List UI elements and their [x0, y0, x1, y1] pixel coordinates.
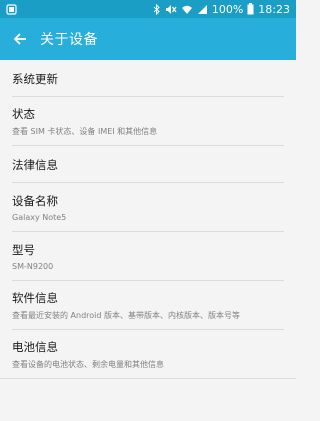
- item-title: 法律信息: [12, 157, 58, 172]
- item-subtitle: SM-N9200: [12, 262, 54, 271]
- mute-icon: [165, 4, 177, 15]
- signal-icon: [197, 4, 208, 15]
- wifi-icon: [181, 4, 193, 15]
- list-item-legal-info[interactable]: 法律信息: [0, 146, 296, 183]
- arrow-left-icon: [13, 33, 26, 45]
- list-item-system-update[interactable]: 系统更新: [0, 60, 296, 97]
- list-item-model[interactable]: 型号 SM-N9200: [0, 232, 296, 281]
- back-button[interactable]: [10, 29, 30, 49]
- item-title: 软件信息: [12, 291, 58, 305]
- notification-icon: [6, 3, 17, 15]
- settings-list: 系统更新 状态 查看 SIM 卡状态、设备 IMEI 和其他信息 法律信息 设备…: [0, 60, 296, 379]
- item-title: 状态: [12, 107, 35, 121]
- item-subtitle: Galaxy Note5: [12, 213, 67, 222]
- list-item-status[interactable]: 状态 查看 SIM 卡状态、设备 IMEI 和其他信息: [0, 97, 296, 146]
- item-title: 电池信息: [12, 340, 58, 354]
- list-item-device-name[interactable]: 设备名称 Galaxy Note5: [0, 183, 296, 232]
- list-item-software-info[interactable]: 软件信息 查看最近安装的 Android 版本、基带版本、内核版本、版本号等: [0, 281, 296, 330]
- item-subtitle: 查看设备的电池状态、剩余电量和其他信息: [12, 360, 164, 369]
- page-title: 关于设备: [40, 32, 98, 48]
- item-subtitle: 查看最近安装的 Android 版本、基带版本、内核版本、版本号等: [12, 311, 241, 320]
- item-title: 系统更新: [12, 71, 58, 86]
- bluetooth-icon: [153, 3, 161, 15]
- battery-percent: 100%: [211, 2, 244, 16]
- item-title: 型号: [12, 243, 35, 257]
- battery-icon: [247, 3, 254, 15]
- item-subtitle: 查看 SIM 卡状态、设备 IMEI 和其他信息: [12, 127, 158, 136]
- status-bar: 100% 18:23: [0, 0, 296, 18]
- clock: 18:23: [258, 2, 290, 16]
- item-title: 设备名称: [12, 194, 58, 208]
- app-bar: 关于设备: [0, 18, 296, 60]
- list-item-battery-info[interactable]: 电池信息 查看设备的电池状态、剩余电量和其他信息: [0, 330, 296, 379]
